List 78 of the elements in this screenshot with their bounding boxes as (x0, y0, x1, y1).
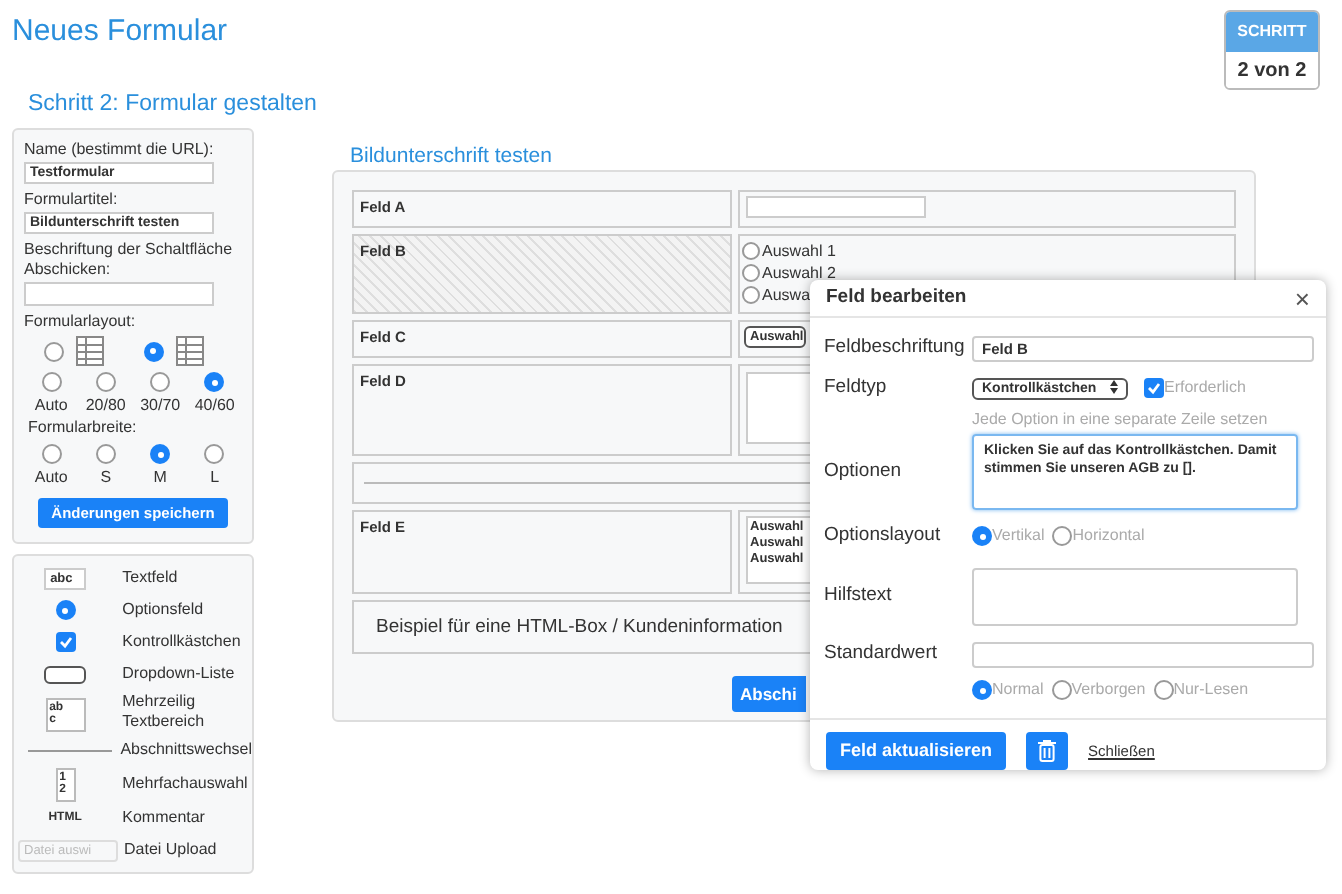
hint-text: Jede Option in eine separate Zeile setzen (972, 408, 1268, 432)
dropdown-icon (44, 665, 87, 683)
radio-button[interactable] (1153, 680, 1174, 700)
table-icon (76, 336, 104, 366)
radio-button[interactable] (1052, 526, 1073, 546)
option-label: 40/60 (194, 394, 235, 418)
palette-item[interactable]: Mehrzeilig Textbereich (122, 690, 252, 734)
option-label: Auswahl 2 (762, 263, 836, 283)
palette-item[interactable]: Kommentar (122, 806, 252, 830)
option-label: 30/70 (140, 394, 181, 418)
radio-button[interactable] (204, 444, 225, 464)
form-title: Bildunterschrift testen (348, 142, 554, 170)
divider-icon (28, 749, 113, 751)
checkbox-label: Erforderlich (1164, 376, 1246, 400)
checkbox[interactable] (1144, 378, 1164, 398)
html-text: Beispiel für eine HTML-Box / Kundeninformation (376, 617, 783, 637)
option-label: Normal (992, 678, 1044, 702)
option-label: M (153, 466, 167, 490)
field-label: Formularbreite: (26, 418, 139, 438)
radio-button[interactable] (742, 286, 760, 304)
radio-button[interactable] (150, 372, 171, 392)
radio-button[interactable] (95, 444, 116, 464)
caret-icon (1110, 379, 1118, 397)
option-label: Horizontal (1072, 524, 1145, 548)
option-label: Vertikal (992, 524, 1045, 548)
field-label: Optionen (824, 459, 902, 482)
radio-button[interactable] (150, 444, 171, 464)
option-label: Nur-Lesen (1173, 678, 1249, 702)
field-label: Beschriftung der Schaltfläche Abschicken: (24, 240, 235, 280)
field-label: Formulartitel: (24, 190, 120, 210)
radio-button[interactable] (55, 600, 76, 620)
field-label: Formularlayout: (24, 312, 138, 332)
option-label: Auswa (762, 285, 811, 305)
radio-button[interactable] (44, 341, 64, 361)
radio-button[interactable] (742, 264, 760, 282)
help-textarea[interactable] (972, 567, 1298, 625)
option-label: Auswahl 1 (762, 241, 836, 261)
radio-button[interactable] (95, 372, 116, 392)
dialog-title: Feld bearbeiten (826, 283, 967, 312)
trash-icon (1038, 740, 1057, 762)
page-title: Neues Formular (10, 12, 228, 52)
field-label: Name (bestimmt die URL): (24, 140, 216, 160)
palette-item[interactable]: Abschnittswechsel (120, 738, 252, 762)
palette-item[interactable]: Kontrollkästchen (122, 630, 252, 654)
radio-button[interactable] (143, 341, 163, 361)
radio-button[interactable] (972, 526, 992, 546)
palette-item[interactable]: Textfeld (122, 566, 252, 590)
input-field[interactable] (24, 282, 214, 306)
radio-button[interactable] (41, 444, 62, 464)
option-label: 20/80 (85, 394, 126, 418)
step-label: SCHRITT (1226, 12, 1318, 52)
palette-item[interactable]: Mehrfachauswahl (122, 772, 252, 796)
field-label: Feldtyp (824, 375, 887, 398)
option-label: Verborgen (1071, 678, 1146, 702)
input-field[interactable] (972, 641, 1314, 667)
field-label: Hilfstext (824, 583, 892, 606)
submit-button[interactable]: Abschi (732, 676, 806, 712)
step-title: Schritt 2: Formular gestalten (26, 90, 319, 120)
palette-item[interactable]: Optionsfeld (122, 598, 252, 622)
table-icon (175, 336, 203, 366)
palette-item[interactable]: Dropdown-Liste (122, 662, 252, 686)
option-label: L (210, 466, 220, 490)
radio-button[interactable] (972, 680, 992, 700)
checkbox[interactable] (55, 632, 76, 652)
option-label: Auto (34, 466, 68, 490)
option-label: Auto (34, 394, 68, 418)
radio-button[interactable] (742, 242, 760, 260)
input-field[interactable] (746, 196, 926, 218)
close-button[interactable]: × (1294, 285, 1310, 311)
option-label: S (100, 466, 112, 490)
field-label: Feldbeschriftung (824, 335, 965, 358)
update-button[interactable]: Feld aktualisieren (826, 732, 1007, 770)
delete-button[interactable] (1026, 732, 1069, 770)
palette-item[interactable]: Datei Upload (124, 838, 252, 862)
radio-button[interactable] (204, 372, 225, 392)
radio-button[interactable] (41, 372, 62, 392)
field-label: Standardwert (824, 641, 938, 664)
radio-button[interactable] (1051, 680, 1072, 700)
